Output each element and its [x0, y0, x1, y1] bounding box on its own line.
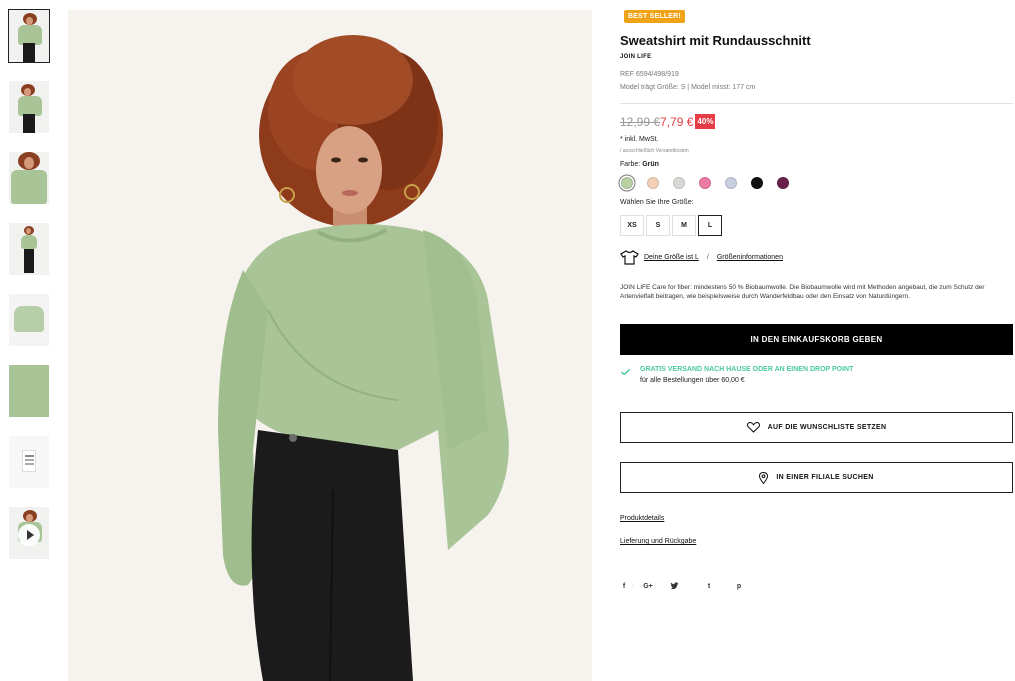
add-to-wishlist-button[interactable]: AUF DIE WUNSCHLISTE SETZEN	[620, 412, 1013, 443]
size-button-m[interactable]: M	[672, 215, 696, 236]
photo-face	[24, 88, 31, 96]
tumblr-icon[interactable]: t	[704, 583, 714, 590]
thumbnail-closeup[interactable]	[9, 152, 49, 204]
price-row: 12,99 € 7,79 € 40%	[620, 114, 716, 129]
size-button-s[interactable]: S	[646, 215, 670, 236]
twitter-icon[interactable]	[670, 582, 679, 590]
size-link-separator: /	[706, 254, 709, 261]
old-price: 12,99 €	[620, 114, 661, 129]
tshirt-icon	[620, 250, 639, 265]
color-swatch-grey[interactable]	[673, 177, 685, 189]
product-ref: REF 6594/498/919	[620, 71, 679, 78]
size-info-link[interactable]: Größeninformationen	[717, 254, 783, 261]
photo-face	[26, 228, 31, 234]
thumbnail-flat[interactable]	[9, 294, 49, 346]
size-selector: XS S M L	[620, 215, 724, 236]
product-details-link[interactable]: Produktdetails	[620, 515, 664, 522]
free-shipping-title: GRATIS VERSAND NACH HAUSE ODER AN EINEN …	[640, 366, 854, 373]
size-button-l[interactable]: L	[698, 215, 722, 236]
social-share: f · G+ t p	[620, 582, 744, 590]
color-swatch-black[interactable]	[751, 177, 763, 189]
selected-color-name: Grün	[642, 161, 659, 168]
find-in-store-label: IN EINER FILIALE SUCHEN	[776, 474, 874, 481]
photo-face	[26, 514, 33, 522]
color-swatch-burgundy[interactable]	[777, 177, 789, 189]
location-pin-icon	[759, 471, 769, 484]
photo-jeans	[23, 114, 35, 133]
heart-icon	[746, 422, 760, 433]
play-icon[interactable]	[18, 524, 40, 546]
delivery-returns-link[interactable]: Lieferung und Rückgabe	[620, 538, 696, 545]
thumbnail-label[interactable]	[9, 436, 49, 488]
product-brand: JOIN LIFE	[620, 54, 652, 60]
model-info: Model trägt Größe: S | Model misst: 177 …	[620, 84, 756, 91]
size-button-xs[interactable]: XS	[620, 215, 644, 236]
product-title: Sweatshirt mit Rundausschnitt	[620, 33, 811, 48]
photo-face	[26, 17, 33, 25]
photo-fabric	[9, 365, 49, 417]
discount-badge: 40%	[695, 114, 716, 129]
photo-jeans	[24, 249, 34, 273]
photo-jeans	[23, 43, 35, 62]
thumbnail-front[interactable]	[8, 9, 50, 63]
color-swatches	[621, 177, 803, 189]
product-description: JOIN LIFE Care for fiber: mindestens 50 …	[620, 284, 985, 300]
pinterest-icon[interactable]: p	[734, 583, 744, 590]
facebook-icon[interactable]: f	[620, 583, 628, 590]
photo-sweatshirt	[21, 235, 37, 249]
size-help-row: Deine Größe ist L / Größeninformationen	[620, 250, 783, 265]
thumbnail-video[interactable]	[9, 507, 49, 559]
color-label: Farbe: Grün	[620, 161, 659, 168]
free-shipping-subtitle: für alle Bestellungen über 60,00 €	[640, 377, 745, 384]
wishlist-label: AUF DIE WUNSCHLISTE SETZEN	[767, 424, 887, 431]
your-size-link[interactable]: Deine Größe ist L	[644, 254, 699, 261]
thumbnail-fabric[interactable]	[9, 365, 49, 417]
main-product-image[interactable]	[68, 10, 592, 681]
color-swatch-green[interactable]	[621, 177, 633, 189]
best-seller-badge: BEST SELLER!	[624, 10, 685, 23]
photo-care-label	[22, 450, 36, 472]
add-to-cart-button[interactable]: IN DEN EINKAUFSKORB GEBEN	[620, 324, 1013, 355]
shipping-cost-note: / ausschließlich Versandkosten	[620, 148, 689, 154]
photo-face	[24, 157, 34, 169]
photo-sweatshirt	[11, 170, 47, 204]
size-label: Wählen Sie Ihre Größe:	[620, 199, 694, 206]
photo-sweatshirt	[14, 306, 44, 332]
check-icon	[621, 369, 630, 375]
color-swatch-peach[interactable]	[647, 177, 659, 189]
tax-note: * inkl. MwSt.	[620, 136, 659, 143]
color-swatch-pink[interactable]	[699, 177, 711, 189]
color-label-text: Farbe:	[620, 161, 641, 168]
divider	[620, 103, 1013, 104]
model-illustration	[68, 10, 592, 681]
google-plus-icon[interactable]: G+	[640, 583, 656, 590]
thumbnail-side[interactable]	[9, 81, 49, 133]
photo-sweatshirt	[18, 96, 42, 116]
find-in-store-button[interactable]: IN EINER FILIALE SUCHEN	[620, 462, 1013, 493]
sale-price: 7,79 €	[660, 114, 694, 129]
color-swatch-light-blue[interactable]	[725, 177, 737, 189]
thumbnail-full[interactable]	[9, 223, 49, 275]
social-separator: ·	[632, 583, 634, 589]
photo-sweatshirt	[18, 25, 42, 45]
